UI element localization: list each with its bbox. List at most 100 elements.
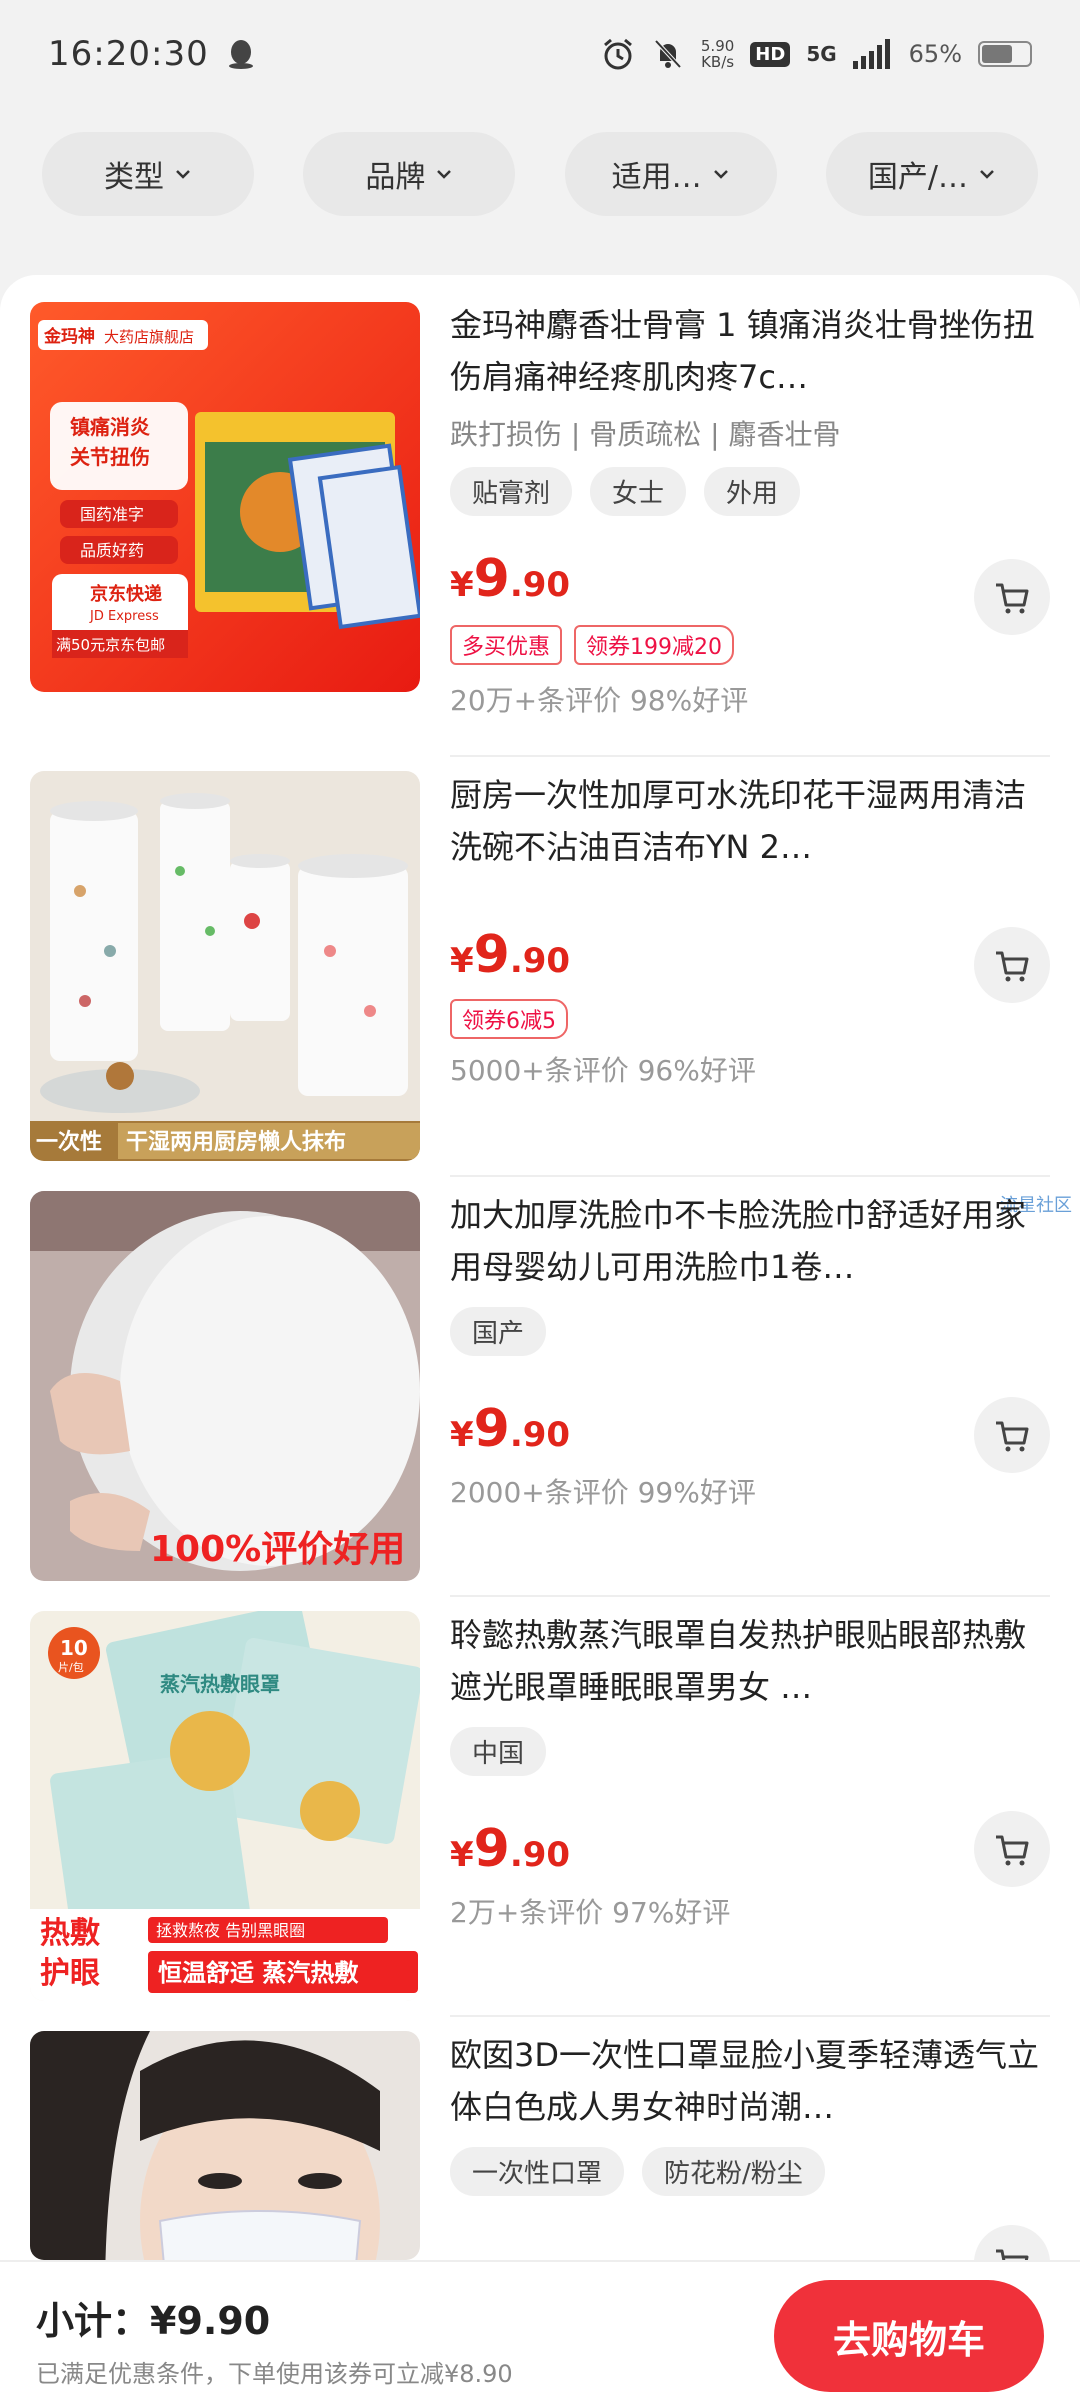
alarm-icon — [603, 38, 632, 70]
price-decimal: .90 — [509, 565, 571, 605]
chevron-down-icon — [176, 170, 190, 179]
add-to-cart-button[interactable] — [974, 1811, 1050, 1887]
product-list[interactable]: 金玛神 大药店旗舰店 镇痛消炎 关节扭伤 国药准字 品质好药 京东快递 JD E… — [0, 275, 1080, 2260]
filter-origin[interactable]: 国产/… — [825, 132, 1038, 216]
product-info: 金玛神麝香壮骨膏 1 镇痛消炎壮骨挫伤扭伤肩痛神经疼肌肉疼7c… 跌打损伤 | … — [450, 299, 1050, 516]
product-tag: 女士 — [590, 467, 687, 516]
image-line2: 关节扭伤 — [70, 445, 150, 469]
coupon-badge: 多买优惠 — [450, 625, 563, 665]
coupon-badge: 领券199减20 — [574, 625, 735, 665]
product-tag: 防花粉/粉尘 — [642, 2147, 825, 2196]
badge2: 品质好药 — [80, 541, 144, 560]
status-bar: 16:20:30 5.90 KB/s HD 5G 65% — [0, 0, 1080, 108]
product-item[interactable]: 100%评价好用 流星社区 加大加厚洗脸巾不卡脸洗脸巾舒适好用家用母婴幼儿可用洗… — [0, 1177, 1080, 1597]
add-to-cart-button[interactable] — [974, 927, 1050, 1003]
price-integer: 9 — [473, 1819, 510, 1879]
count-text: 10 — [60, 1636, 88, 1660]
network-type: 5G — [806, 42, 837, 66]
cart-icon — [996, 1421, 1029, 1452]
product-image[interactable]: 蒸汽热敷眼罩 10 片/包 热敷 护眼 拯救熬夜 告别黑眼圈 恒温舒适 蒸汽热敷 — [30, 1611, 420, 2001]
product-tag: 一次性口罩 — [450, 2147, 625, 2196]
product-info: 欧囡3D一次性口罩显脸小夏季轻薄透气立体白色成人男女神时尚潮… 一次性口罩 防花… — [450, 2029, 1050, 2196]
product-list-area: 金玛神 大药店旗舰店 镇痛消炎 关节扭伤 国药准字 品质好药 京东快递 JD E… — [0, 240, 1080, 2260]
image-caption: 100%评价好用 — [150, 1529, 405, 1570]
express-text: 京东快递 — [90, 583, 162, 605]
product-title[interactable]: 厨房一次性加厚可水洗印花干湿两用清洁洗碗不沾油百洁布YN 2… — [450, 769, 1050, 873]
hd-badge: HD — [750, 41, 791, 67]
product-tags: 中国 — [450, 1727, 1050, 1776]
product-tags: 国产 — [450, 1307, 1050, 1356]
product-title[interactable]: 欧囡3D一次性口罩显脸小夏季轻薄透气立体白色成人男女神时尚潮… — [450, 2029, 1050, 2133]
coupon-badge: 领券6减5 — [450, 999, 568, 1039]
product-price: ¥ 9 .90 — [450, 1819, 570, 1879]
price-integer: 9 — [473, 549, 510, 609]
battery-fill — [982, 45, 1012, 63]
qq-icon — [228, 40, 253, 69]
status-time: 16:20:30 — [48, 34, 209, 74]
review-summary: 2000+条评价 99%好评 — [450, 1476, 756, 1509]
status-icons: 5.90 KB/s HD 5G 65% — [601, 37, 1032, 71]
product-info: 厨房一次性加厚可水洗印花干湿两用清洁洗碗不沾油百洁布YN 2… — [450, 769, 1050, 873]
product-tag: 中国 — [450, 1727, 547, 1776]
cart-icon — [996, 1835, 1029, 1866]
product-image[interactable]: 100%评价好用 — [30, 1191, 420, 1581]
discount-note: 已满足优惠条件，下单使用该券可立减¥8.90 — [36, 2360, 513, 2388]
filter-brand[interactable]: 品牌 — [303, 132, 516, 216]
filter-label: 适用… — [611, 160, 702, 195]
filter-applicable[interactable]: 适用… — [564, 132, 777, 216]
product-image[interactable] — [30, 2031, 420, 2260]
product-title[interactable]: 金玛神麝香壮骨膏 1 镇痛消炎壮骨挫伤扭伤肩痛神经疼肌肉疼7c… — [450, 299, 1050, 403]
filter-label: 国产/… — [867, 160, 969, 195]
plaster-product-image: 金玛神 大药店旗舰店 镇痛消炎 关节扭伤 国药准字 品质好药 京东快递 JD E… — [30, 302, 420, 692]
product-info: 聆懿热敷蒸汽眼罩自发热护眼贴眼部热敷遮光眼罩睡眠眼罩男女 … 中国 — [450, 1609, 1050, 1776]
brand-text: 金玛神 — [43, 326, 95, 347]
express-en-text: JD Express — [89, 609, 159, 624]
coupon-list: 领券6减5 — [450, 999, 568, 1039]
badge1: 国药准字 — [80, 505, 144, 524]
face-mask-image — [30, 2031, 420, 2260]
add-to-cart-button[interactable] — [974, 2225, 1050, 2260]
price-symbol: ¥ — [450, 565, 474, 605]
price-decimal: .90 — [509, 941, 571, 981]
review-summary: 5000+条评价 96%好评 — [450, 1054, 756, 1087]
checkout-bar: 小计：¥9.90 已满足优惠条件，下单使用该券可立减¥8.90 去购物车 — [0, 2260, 1080, 2408]
store-text: 大药店旗舰店 — [104, 328, 194, 346]
free-shipping-text: 满50元京东包邮 — [56, 636, 165, 654]
subtotal: 小计：¥9.90 — [36, 2299, 271, 2343]
battery-percent: 65% — [908, 40, 962, 68]
add-to-cart-button[interactable] — [974, 1397, 1050, 1473]
filter-label: 类型 — [104, 160, 164, 195]
product-info: 加大加厚洗脸巾不卡脸洗脸巾舒适好用家用母婴幼儿可用洗脸巾1卷… 国产 — [450, 1189, 1050, 1356]
product-image[interactable]: 金玛神 大药店旗舰店 镇痛消炎 关节扭伤 国药准字 品质好药 京东快递 JD E… — [30, 302, 420, 692]
image-tag-left: 一次性 — [36, 1129, 102, 1155]
add-to-cart-button[interactable] — [974, 559, 1050, 635]
product-price: ¥ 9 .90 — [450, 925, 570, 985]
price-symbol: ¥ — [450, 1835, 474, 1875]
product-item[interactable]: 蒸汽热敷眼罩 10 片/包 热敷 护眼 拯救熬夜 告别黑眼圈 恒温舒适 蒸汽热敷… — [0, 1597, 1080, 2017]
product-price: ¥ 9 .90 — [450, 1399, 570, 1459]
speed-unit: KB/s — [701, 53, 735, 71]
product-tags: 一次性口罩 防花粉/粉尘 — [450, 2147, 1050, 2196]
chevron-down-icon — [437, 170, 452, 179]
face-towel-image: 100%评价好用 — [30, 1191, 420, 1581]
coupon-list: 多买优惠 领券199减20 — [450, 625, 735, 665]
image-line1: 镇痛消炎 — [70, 415, 150, 439]
product-title[interactable]: 加大加厚洗脸巾不卡脸洗脸巾舒适好用家用母婴幼儿可用洗脸巾1卷… — [450, 1189, 1050, 1293]
filter-type[interactable]: 类型 — [42, 132, 254, 216]
go-to-cart-button[interactable]: 去购物车 — [774, 2280, 1044, 2392]
product-tag: 国产 — [450, 1307, 547, 1356]
mute-bell-icon — [654, 39, 682, 69]
price-decimal: .90 — [509, 1415, 571, 1455]
product-item[interactable]: 金玛神 大药店旗舰店 镇痛消炎 关节扭伤 国药准字 品质好药 京东快递 JD E… — [0, 287, 1080, 757]
cart-icon — [996, 2249, 1029, 2260]
review-summary: 20万+条评价 98%好评 — [450, 684, 749, 717]
product-subtitle: 跌打损伤 | 骨质疏松 | 麝香壮骨 — [450, 418, 841, 451]
product-item[interactable]: 一次性 干湿两用厨房懒人抹布 厨房一次性加厚可水洗印花干湿两用清洁洗碗不沾油百洁… — [0, 757, 1080, 1177]
product-image[interactable]: 一次性 干湿两用厨房懒人抹布 — [30, 771, 420, 1161]
product-tag: 贴膏剂 — [450, 467, 573, 516]
product-title[interactable]: 聆懿热敷蒸汽眼罩自发热护眼贴眼部热敷遮光眼罩睡眠眼罩男女 … — [450, 1609, 1050, 1713]
chevron-down-icon — [713, 170, 728, 179]
price-symbol: ¥ — [450, 1415, 474, 1455]
image-tag-right: 干湿两用厨房懒人抹布 — [126, 1129, 346, 1155]
product-item[interactable]: 欧囡3D一次性口罩显脸小夏季轻薄透气立体白色成人男女神时尚潮… 一次性口罩 防花… — [0, 2017, 1080, 2260]
